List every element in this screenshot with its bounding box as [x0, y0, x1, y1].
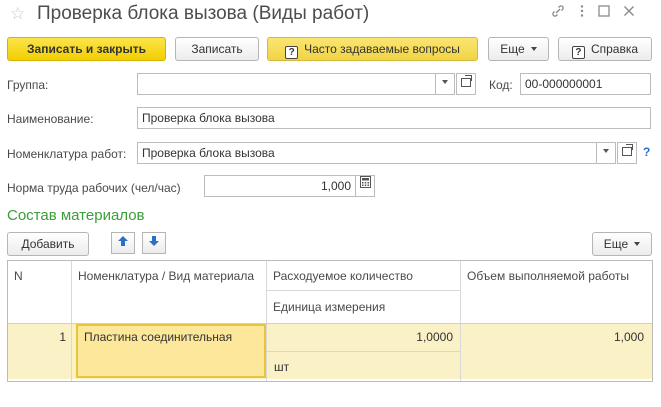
- column-header-n[interactable]: N: [8, 265, 71, 288]
- row-1-quantity[interactable]: 1,0000: [267, 330, 453, 345]
- question-icon: ?: [285, 46, 299, 59]
- code-label: Код:: [489, 78, 513, 92]
- nomenclature-field[interactable]: Проверка блока вызова: [137, 142, 597, 164]
- group-open-button[interactable]: [456, 73, 476, 95]
- move-up-button[interactable]: [111, 232, 135, 254]
- calculator-icon: [359, 176, 371, 188]
- nomenclature-open-button[interactable]: [617, 142, 637, 164]
- column-header-volume[interactable]: Объем выполняемой работы: [461, 265, 652, 288]
- column-header-unit[interactable]: Единица измерения: [267, 296, 460, 319]
- chevron-down-icon: [442, 80, 448, 84]
- calculator-button[interactable]: [355, 175, 375, 197]
- more-button[interactable]: Еще: [488, 37, 549, 61]
- row-1-unit[interactable]: шт: [274, 360, 289, 375]
- materials-more-button[interactable]: Еще: [592, 232, 652, 256]
- faq-label: Часто задаваемые вопросы: [304, 42, 460, 56]
- save-button[interactable]: Записать: [175, 37, 259, 61]
- arrow-up-icon: [118, 236, 128, 246]
- save-and-close-button[interactable]: Записать и закрыть: [7, 37, 166, 61]
- materials-more-label: Еще: [603, 237, 629, 251]
- star-icon[interactable]: ☆: [10, 4, 25, 24]
- row-1-nomenclature[interactable]: Пластина соединительная: [84, 330, 232, 345]
- help-icon: ?: [571, 46, 585, 59]
- code-field[interactable]: 00-000000001: [520, 73, 651, 95]
- faq-button[interactable]: ? Часто задаваемые вопросы: [267, 37, 478, 61]
- row-1-n: 1: [59, 330, 66, 344]
- nomenclature-label: Номенклатура работ:: [7, 147, 127, 161]
- open-icon: [461, 75, 472, 87]
- help-button[interactable]: ? Справка: [558, 37, 652, 61]
- group-dropdown-button[interactable]: [435, 73, 455, 95]
- materials-section-title: Состав материалов: [7, 207, 145, 224]
- chevron-down-icon: [603, 149, 609, 153]
- maximize-icon[interactable]: [595, 4, 613, 22]
- nomenclature-help-link[interactable]: ?: [643, 145, 650, 159]
- link-icon[interactable]: [549, 4, 567, 22]
- more-icon[interactable]: [573, 4, 591, 22]
- add-material-button[interactable]: Добавить: [7, 232, 89, 256]
- open-icon: [622, 144, 633, 156]
- name-field[interactable]: Проверка блока вызова: [137, 107, 651, 129]
- close-icon[interactable]: [620, 4, 638, 22]
- group-field[interactable]: [137, 73, 436, 95]
- arrow-down-icon: [149, 236, 159, 246]
- row-1-volume[interactable]: 1,000: [461, 330, 644, 345]
- materials-table[interactable]: N Номенклатура / Вид материала Расходуем…: [7, 260, 653, 382]
- labor-norm-label: Норма труда рабочих (чел/час): [7, 181, 181, 195]
- chevron-down-icon: [634, 242, 641, 246]
- column-header-nomenclature[interactable]: Номенклатура / Вид материала: [72, 265, 266, 288]
- group-label: Группа:: [7, 78, 49, 92]
- chevron-down-icon: [530, 47, 537, 51]
- more-label: Еще: [500, 42, 525, 56]
- help-label: Справка: [590, 42, 639, 56]
- move-down-button[interactable]: [142, 232, 166, 254]
- labor-norm-field[interactable]: 1,000: [204, 175, 356, 197]
- column-header-quantity[interactable]: Расходуемое количество: [267, 265, 460, 288]
- nomenclature-dropdown-button[interactable]: [596, 142, 616, 164]
- window-title: Проверка блока вызова (Виды работ): [37, 3, 370, 24]
- name-label: Наименование:: [7, 112, 94, 126]
